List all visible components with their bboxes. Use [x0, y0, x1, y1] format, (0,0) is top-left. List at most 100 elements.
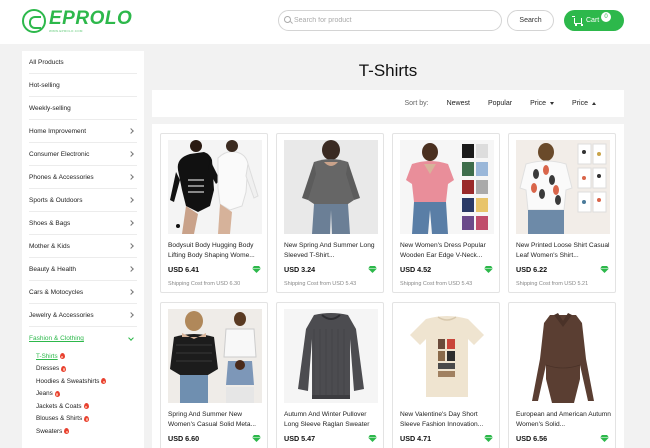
cart-count-badge: 0 [601, 12, 611, 22]
fire-icon [83, 403, 89, 410]
shipping-cost: Shipping Cost from USD 5.43 [400, 281, 473, 287]
cart-icon [572, 15, 583, 26]
sidebar-item-consumer-electronic[interactable]: Consumer Electronic [29, 143, 137, 166]
product-name[interactable]: Spring And Summer New Women's Casual Sol… [168, 410, 264, 430]
product-image[interactable] [284, 309, 378, 403]
sidebar-item-all-products[interactable]: All Products [29, 51, 137, 74]
product-card[interactable]: European and American Autumn Women's Sol… [508, 302, 616, 448]
sidebar-item-home-improvement[interactable]: Home Improvement [29, 120, 137, 143]
subcategory-dresses[interactable]: Dresses [36, 363, 137, 376]
diamond-icon [484, 435, 493, 442]
product-price: USD 4.52 [400, 265, 432, 274]
fire-icon [61, 365, 67, 372]
logo-mark-icon [22, 9, 46, 33]
product-card[interactable]: Autumn And Winter Pullover Long Sleeve R… [276, 302, 384, 448]
chevron-right-icon [128, 243, 134, 249]
search-input[interactable] [278, 10, 502, 31]
product-image[interactable] [400, 140, 494, 234]
subcategory-jeans[interactable]: Jeans [36, 388, 137, 401]
product-name[interactable]: European and American Autumn Women's Sol… [516, 410, 612, 430]
sidebar-item-weekly-selling[interactable]: Weekly-selling [29, 97, 137, 120]
sort-desc-icon [550, 102, 555, 105]
product-price: USD 3.24 [284, 265, 316, 274]
chevron-right-icon [128, 220, 134, 226]
fire-icon [101, 378, 107, 385]
diamond-icon [600, 435, 609, 442]
product-card[interactable]: Spring And Summer New Women's Casual Sol… [160, 302, 268, 448]
sort-price-asc[interactable]: Price [572, 100, 596, 107]
product-name[interactable]: Bodysuit Body Hugging Body Lifting Body … [168, 241, 264, 261]
search-button[interactable]: Search [507, 10, 554, 31]
chevron-right-icon [128, 151, 134, 157]
sidebar-item-beauty-health[interactable]: Beauty & Health [29, 258, 137, 281]
product-image[interactable] [516, 309, 610, 403]
product-image[interactable] [400, 309, 494, 403]
cart-button[interactable]: Cart [564, 10, 624, 31]
sidebar-item-phones-accessories[interactable]: Phones & Accessories [29, 166, 137, 189]
product-image[interactable] [168, 309, 262, 403]
product-price: USD 5.47 [284, 434, 316, 443]
subcategory-blouses-shirts[interactable]: Blouses & Shirts [36, 413, 137, 426]
sidebar-item-cars-motocycles[interactable]: Cars & Motocycles [29, 281, 137, 304]
fire-icon [64, 428, 70, 435]
product-price: USD 6.22 [516, 265, 548, 274]
fire-icon [84, 415, 90, 422]
product-card[interactable]: New Spring And Summer Long Sleeved T-Shi… [276, 133, 384, 293]
sidebar-item-mother-kids[interactable]: Mother & Kids [29, 235, 137, 258]
eprolo-logo[interactable]: EPROLO WWW.EPROLO.COM [22, 9, 132, 33]
logo-tagline: WWW.EPROLO.COM [49, 28, 83, 33]
cart-label: Cart [586, 17, 600, 24]
product-name[interactable]: New Printed Loose Shirt Casual Leaf Wome… [516, 241, 612, 261]
diamond-icon [368, 435, 377, 442]
diamond-icon [252, 435, 261, 442]
subcategory-sweaters[interactable]: Sweaters [36, 425, 137, 438]
product-card[interactable]: New Women's Dress Popular Wooden Ear Edg… [392, 133, 500, 293]
diamond-icon [368, 266, 377, 273]
fashion-subcategory-list: T-Shirts Dresses Hoodies & Sweatshirts J… [29, 350, 137, 438]
chevron-right-icon [128, 289, 134, 295]
chevron-down-icon [128, 334, 134, 341]
fire-icon [59, 353, 65, 360]
sort-popular[interactable]: Popular [488, 100, 512, 107]
product-card[interactable]: New Valentine's Day Short Sleeve Fashion… [392, 302, 500, 448]
product-grid: Bodysuit Body Hugging Body Lifting Body … [152, 124, 624, 448]
shipping-cost: Shipping Cost from USD 5.21 [516, 281, 589, 287]
sidebar-item-jewelry-accessories[interactable]: Jewelry & Accessories [29, 304, 137, 327]
fire-icon [54, 390, 60, 397]
product-image[interactable] [516, 140, 610, 234]
logo-name: EPROLO [49, 7, 133, 29]
diamond-icon [484, 266, 493, 273]
subcategory-t-shirts[interactable]: T-Shirts [36, 350, 137, 363]
sort-by-label: Sort by: [404, 100, 429, 107]
sort-newest[interactable]: Newest [447, 100, 470, 107]
product-card[interactable]: Bodysuit Body Hugging Body Lifting Body … [160, 133, 268, 293]
product-price: USD 4.71 [400, 434, 432, 443]
chevron-right-icon [128, 312, 134, 318]
shipping-cost: Shipping Cost from USD 5.43 [284, 281, 357, 287]
sort-price-desc[interactable]: Price [530, 100, 555, 107]
sidebar-item-sports-outdoors[interactable]: Sports & Outdoors [29, 189, 137, 212]
product-price: USD 6.60 [168, 434, 200, 443]
subcategory-hoodies-sweatshirts[interactable]: Hoodies & Sweatshirts [36, 375, 137, 388]
product-name[interactable]: New Valentine's Day Short Sleeve Fashion… [400, 410, 496, 430]
search-icon [284, 16, 291, 23]
product-card[interactable]: New Printed Loose Shirt Casual Leaf Wome… [508, 133, 616, 293]
sidebar-item-shoes-bags[interactable]: Shoes & Bags [29, 212, 137, 235]
sort-bar: Sort by: Newest Popular Price Price [152, 90, 624, 117]
shipping-cost: Shipping Cost from USD 6.30 [168, 281, 241, 287]
diamond-icon [600, 266, 609, 273]
product-name[interactable]: New Spring And Summer Long Sleeved T-Shi… [284, 241, 380, 261]
diamond-icon [252, 266, 261, 273]
product-name[interactable]: New Women's Dress Popular Wooden Ear Edg… [400, 241, 496, 261]
chevron-right-icon [128, 128, 134, 134]
product-price: USD 6.41 [168, 265, 200, 274]
sidebar-item-hot-selling[interactable]: Hot-selling [29, 74, 137, 97]
product-name[interactable]: Autumn And Winter Pullover Long Sleeve R… [284, 410, 380, 430]
product-image[interactable] [284, 140, 378, 234]
top-header: EPROLO WWW.EPROLO.COM Search Cart 0 [0, 0, 650, 44]
product-image[interactable] [168, 140, 262, 234]
sidebar-item-fashion-clothing[interactable]: Fashion & Clothing [29, 327, 137, 350]
subcategory-jackets-coats[interactable]: Jackets & Coats [36, 400, 137, 413]
chevron-right-icon [128, 266, 134, 272]
chevron-right-icon [128, 197, 134, 203]
